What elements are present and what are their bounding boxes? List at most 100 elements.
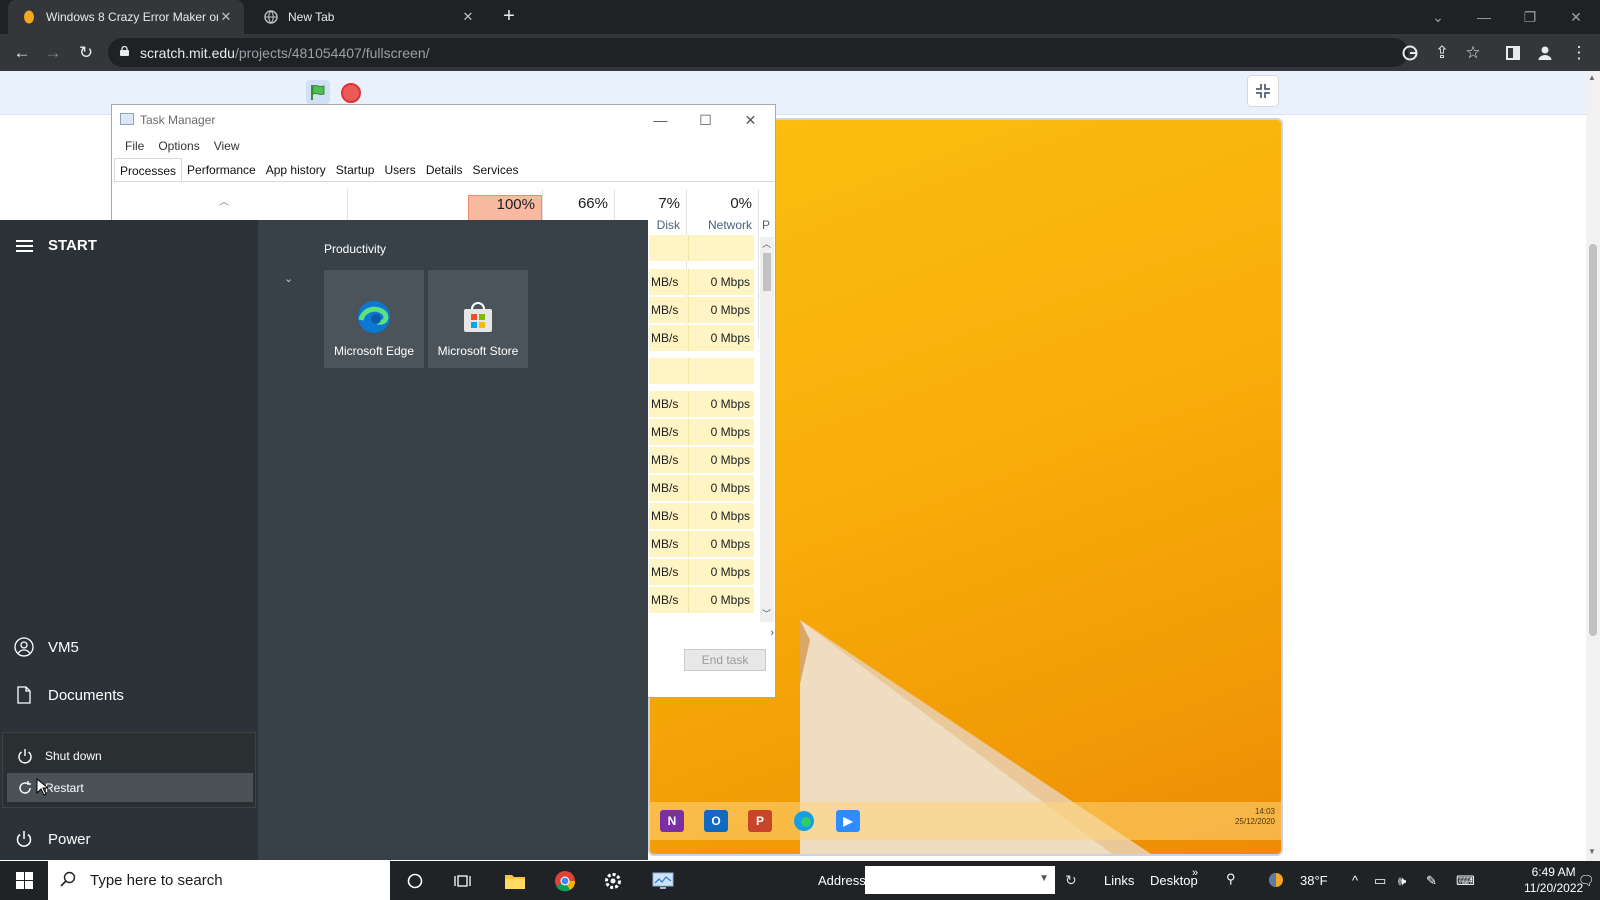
toolbar-overflow-icon[interactable]: » [1192, 867, 1198, 879]
chevron-down-icon[interactable]: ▼ [1039, 873, 1049, 884]
network-column-header[interactable]: Network [686, 218, 752, 232]
power-column-header[interactable]: P [762, 218, 772, 232]
tm-horizontal-scroll-right-icon[interactable]: › [649, 627, 774, 641]
network-icon[interactable]: ▭ [1374, 873, 1386, 889]
tile-microsoft-edge[interactable]: Microsoft Edge [324, 270, 424, 368]
tab-search-icon[interactable]: ⌄ [1416, 0, 1460, 34]
links-toolbar[interactable]: Links [1104, 873, 1134, 888]
table-row[interactable]: MB/s 0 Mbps [649, 503, 754, 529]
sort-caret-icon[interactable]: ︿ [219, 193, 229, 208]
outlook-icon[interactable]: O [704, 810, 728, 832]
minimize-button[interactable]: — [1462, 0, 1506, 34]
volume-icon[interactable]: 🕪 [1398, 873, 1406, 889]
tab-processes[interactable]: Processes [114, 158, 183, 181]
green-flag-icon[interactable] [306, 80, 330, 104]
table-row[interactable] [649, 235, 754, 261]
address-bar[interactable]: scratch.mit.edu/projects/481054407/fulls… [108, 38, 1408, 67]
task-manager-taskbar-icon[interactable] [639, 861, 687, 900]
close-tab-icon[interactable]: ✕ [460, 9, 476, 25]
end-task-button[interactable]: End task [684, 649, 766, 671]
table-row[interactable]: MB/s 0 Mbps [649, 297, 754, 323]
bookmark-star-icon[interactable]: ☆ [1461, 41, 1485, 65]
scrollbar-thumb[interactable] [763, 253, 771, 291]
scroll-down-icon[interactable]: ﹀ [762, 607, 771, 620]
restore-button[interactable]: ❐ [1508, 0, 1552, 34]
table-row[interactable]: MB/s 0 Mbps [649, 391, 754, 417]
table-row[interactable]: MB/s 0 Mbps [649, 325, 754, 351]
page-scrollbar[interactable]: ▲ ▼ [1586, 71, 1600, 861]
menu-options[interactable]: Options [151, 135, 206, 157]
chevron-down-icon[interactable]: ⌄ [284, 272, 293, 285]
start-power[interactable]: Power [14, 829, 91, 849]
scroll-down-icon[interactable]: ▼ [1588, 847, 1596, 856]
table-row[interactable]: MB/s 0 Mbps [649, 447, 754, 473]
windows-start-icon[interactable] [0, 861, 48, 900]
settings-gear-icon[interactable] [589, 861, 637, 900]
onenote-icon[interactable]: N [660, 810, 684, 832]
hamburger-icon[interactable] [16, 239, 33, 252]
menu-view[interactable]: View [207, 135, 247, 157]
tm-vertical-scrollbar[interactable]: ︿ ﹀ [760, 237, 774, 622]
start-documents[interactable]: Documents [14, 685, 124, 705]
browser-tab-scratch[interactable]: Windows 8 Crazy Error Maker on ✕ [8, 0, 244, 34]
weather-icon[interactable] [1266, 870, 1286, 893]
zoom-icon[interactable]: ▶ [836, 810, 860, 832]
notifications-icon[interactable]: 🗨 [1578, 873, 1595, 889]
table-row[interactable]: MB/s 0 Mbps [649, 419, 754, 445]
menu-kebab-icon[interactable]: ⋮ [1567, 41, 1591, 65]
edge-taskbar-icon[interactable] [792, 810, 816, 832]
close-tab-icon[interactable]: ✕ [218, 9, 234, 25]
address-go-icon[interactable]: ↻ [1065, 872, 1077, 889]
table-row[interactable]: MB/s 0 Mbps [649, 269, 754, 295]
google-lens-icon[interactable] [1398, 41, 1422, 65]
back-icon[interactable]: ← [10, 41, 34, 65]
tab-startup[interactable]: Startup [331, 158, 380, 181]
weather-temp[interactable]: 38°F [1300, 873, 1328, 888]
tm-close-button[interactable]: ✕ [728, 105, 773, 135]
cpu-percent[interactable]: 100% [468, 195, 542, 221]
taskbar-search-box[interactable]: Type here to search [48, 861, 390, 900]
tab-services[interactable]: Services [468, 158, 524, 181]
powerpoint-icon[interactable]: P [748, 810, 772, 832]
task-view-icon[interactable] [439, 861, 487, 900]
cortana-icon[interactable] [391, 861, 439, 900]
people-icon[interactable]: ⚲ [1226, 871, 1236, 887]
forward-icon[interactable]: → [41, 41, 65, 65]
browser-tab-newtab[interactable]: New Tab ✕ [250, 0, 486, 34]
table-row[interactable]: MB/s 0 Mbps [649, 559, 754, 585]
scrollbar-thumb[interactable] [1589, 244, 1597, 636]
table-row[interactable]: MB/s 0 Mbps [649, 531, 754, 557]
scroll-up-icon[interactable]: ︿ [762, 237, 771, 250]
chrome-icon[interactable] [541, 861, 589, 900]
tile-microsoft-store[interactable]: Microsoft Store [428, 270, 528, 368]
menu-file[interactable]: File [118, 135, 151, 157]
reload-icon[interactable]: ↻ [74, 41, 98, 65]
tab-performance[interactable]: Performance [182, 158, 261, 181]
profile-icon[interactable] [1533, 41, 1557, 65]
file-explorer-icon[interactable] [491, 861, 539, 900]
share-icon[interactable]: ⇪ [1430, 41, 1454, 65]
keyboard-icon[interactable]: ⌨ [1456, 873, 1475, 889]
tab-details[interactable]: Details [421, 158, 468, 181]
tab-users[interactable]: Users [379, 158, 420, 181]
address-toolbar-input[interactable]: ▼ [865, 866, 1055, 894]
tab-app-history[interactable]: App history [261, 158, 331, 181]
table-row[interactable]: MB/s 0 Mbps [649, 587, 754, 613]
stop-button[interactable] [341, 83, 361, 103]
table-row[interactable] [649, 358, 754, 384]
table-row[interactable]: MB/s 0 Mbps [649, 475, 754, 501]
tm-maximize-button[interactable]: ☐ [683, 105, 728, 135]
scroll-up-icon[interactable]: ▲ [1588, 73, 1596, 82]
shut-down-option[interactable]: Shut down [7, 741, 253, 770]
start-menu-header[interactable]: START [16, 237, 97, 254]
exit-fullscreen-icon[interactable] [1247, 75, 1279, 107]
side-panel-icon[interactable] [1501, 41, 1525, 65]
chevron-up-icon[interactable]: ^ [1352, 873, 1358, 888]
desktop-toolbar[interactable]: Desktop [1150, 873, 1198, 888]
tm-minimize-button[interactable]: — [638, 105, 683, 135]
memory-percent[interactable]: 66% [542, 195, 614, 221]
new-tab-button[interactable]: + [498, 6, 520, 28]
start-user[interactable]: VM5 [14, 637, 79, 657]
pen-icon[interactable]: ✎ [1426, 873, 1437, 889]
close-window-button[interactable]: ✕ [1554, 0, 1598, 34]
